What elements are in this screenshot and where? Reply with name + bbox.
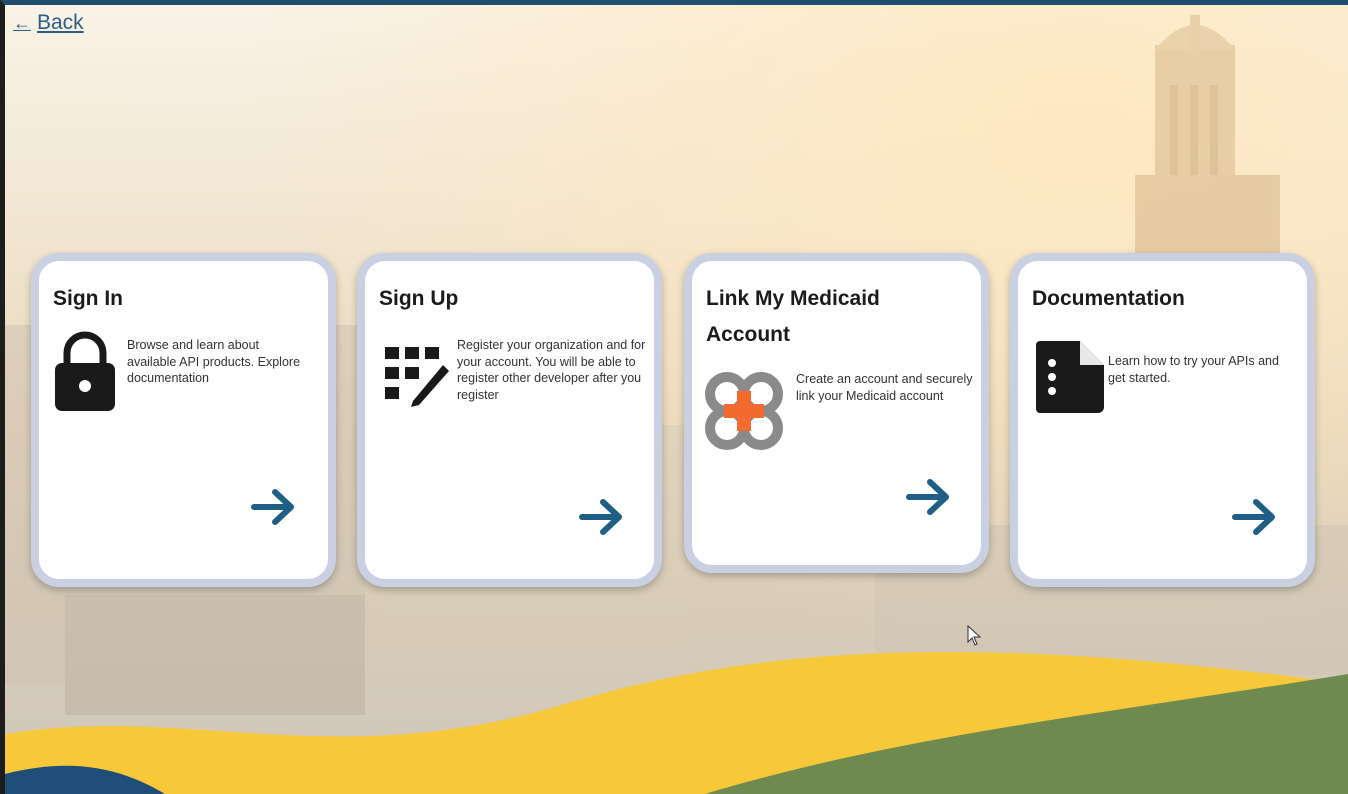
arrow-right-icon[interactable]: [1232, 499, 1278, 535]
page-frame: ← Back Sign In Browse and learn about av…: [0, 0, 1348, 794]
document-icon: [1036, 341, 1104, 413]
arrow-right-icon[interactable]: [579, 499, 625, 535]
card-title: Sign Up: [379, 287, 459, 310]
card-description: Register your organization and for your …: [457, 338, 646, 402]
back-label: Back: [37, 11, 84, 34]
mouse-cursor-icon: [967, 625, 982, 646]
back-arrow-icon: ←: [13, 12, 31, 33]
card-description: Browse and learn about available API pro…: [127, 338, 301, 385]
register-form-icon: [385, 347, 449, 407]
card-title: Documentation: [1032, 287, 1185, 310]
sign-in-card[interactable]: Sign In Browse and learn about available…: [31, 253, 336, 587]
medicaid-logo-icon: [705, 372, 783, 450]
arrow-right-icon[interactable]: [251, 489, 297, 525]
card-title: Link My Medicaid Account: [706, 287, 880, 346]
footer-wave-decoration: [5, 651, 1348, 794]
lock-icon: [55, 331, 115, 411]
link-medicaid-card[interactable]: Link My Medicaid Account Create an accou…: [684, 253, 989, 573]
documentation-card[interactable]: Documentation Learn how to try your APIs…: [1010, 253, 1315, 587]
card-title: Sign In: [53, 287, 123, 310]
sign-up-card[interactable]: Sign Up Register your organization and f…: [357, 253, 662, 587]
card-description: Create an account and securely link your…: [796, 372, 973, 403]
back-link[interactable]: ← Back: [13, 11, 84, 35]
card-description: Learn how to try your APIs and get start…: [1108, 354, 1279, 385]
arrow-right-icon[interactable]: [906, 479, 952, 515]
